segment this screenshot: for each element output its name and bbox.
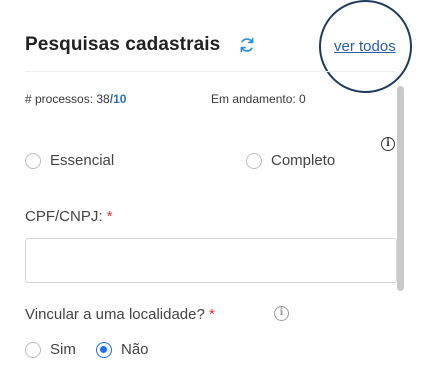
radio-sim[interactable]: Sim [25,341,76,358]
radio-label-completo: Completo [271,152,336,169]
highlight-circle-annotation [319,0,412,93]
in-progress-count: Em andamento: 0 [211,92,306,106]
processes-count: # processos: 38/10 [25,92,126,106]
panel-title: Pesquisas cadastrais [25,34,221,55]
locality-label-text: Vincular a uma localidade? [25,306,205,323]
radio-essencial[interactable]: Essencial [25,152,114,169]
radio-completo[interactable]: Completo [246,152,335,169]
cpf-input[interactable] [25,238,397,283]
radio-circle[interactable] [25,341,41,358]
cpf-field-label: CPF/CNPJ: * [25,208,113,225]
processes-used: 38 [96,92,110,106]
processes-label: # processos: [25,92,97,106]
processes-limit: 10 [113,92,127,106]
required-mark: * [209,306,215,323]
radio-circle[interactable] [246,152,262,169]
info-icon[interactable]: i [381,137,395,151]
research-panel: Pesquisas cadastrais ver todos # process… [0,0,423,392]
radio-nao[interactable]: Não [96,341,149,358]
locality-label: Vincular a uma localidade? * [25,306,215,323]
cpf-label-text: CPF/CNPJ: [25,208,103,225]
radio-label-essencial: Essencial [50,152,115,169]
refresh-icon[interactable] [238,36,256,54]
info-icon[interactable]: i [274,306,289,321]
radio-label-nao: Não [121,341,149,358]
radio-label-sim: Sim [50,341,76,358]
required-mark: * [106,208,113,225]
scrollbar-thumb[interactable] [397,86,404,291]
radio-circle-selected[interactable] [96,341,112,358]
header-divider [25,71,395,72]
radio-circle[interactable] [25,152,41,169]
